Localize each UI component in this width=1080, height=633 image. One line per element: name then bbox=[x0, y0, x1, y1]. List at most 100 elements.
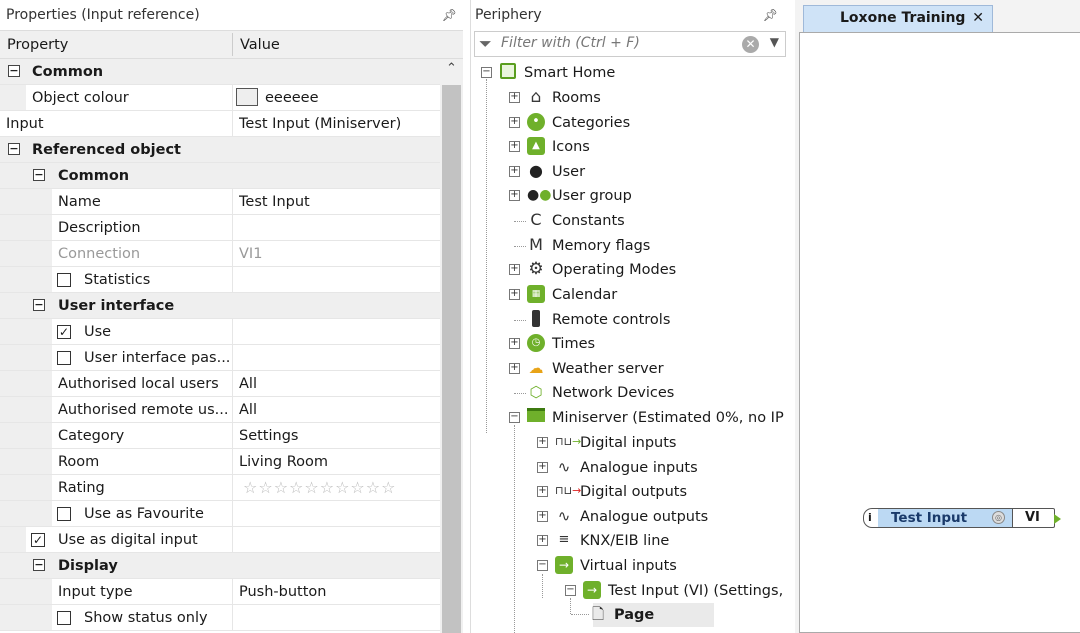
tree-node-memory-flags[interactable]: M Memory flags bbox=[509, 234, 650, 258]
expand-icon[interactable]: + bbox=[509, 338, 520, 349]
collapse-icon[interactable]: − bbox=[33, 299, 45, 311]
property-value[interactable]: All bbox=[239, 397, 439, 423]
tree-node-user[interactable]: + ● User bbox=[509, 160, 585, 184]
collapse-icon[interactable]: − bbox=[565, 585, 576, 596]
property-value[interactable]: Test Input (Miniserver) bbox=[239, 111, 439, 137]
row-authorised-local-users[interactable]: Authorised local users All bbox=[0, 371, 463, 397]
collapse-icon[interactable]: − bbox=[537, 560, 548, 571]
pin-icon[interactable]: 📌︎ bbox=[442, 0, 457, 30]
expand-icon[interactable]: + bbox=[509, 289, 520, 300]
tree-node-constants[interactable]: C Constants bbox=[509, 209, 625, 233]
pin-icon[interactable]: 📌︎ bbox=[763, 0, 778, 30]
target-icon[interactable]: ◎ bbox=[992, 511, 1005, 524]
tree-node-weather-server[interactable]: + ☁ Weather server bbox=[509, 357, 664, 381]
property-value[interactable]: All bbox=[239, 371, 439, 397]
filter-input[interactable]: ⏷ Filter with (Ctrl + F) ✕ ▼ bbox=[474, 31, 786, 57]
show-status-checkbox[interactable] bbox=[57, 611, 71, 625]
colour-swatch[interactable] bbox=[236, 87, 258, 106]
tree-node-digital-inputs[interactable]: + ⊓⊔→Digital inputs bbox=[537, 431, 677, 455]
tree-node-analogue-outputs[interactable]: + ∿ Analogue outputs bbox=[537, 505, 708, 529]
category-referenced-object[interactable]: − Referenced object bbox=[0, 137, 463, 163]
tree-node-network-devices[interactable]: ⬡ Network Devices bbox=[509, 381, 674, 405]
tree-node-user-group[interactable]: + ●●User group bbox=[509, 184, 632, 208]
expand-icon[interactable]: + bbox=[537, 486, 548, 497]
tree-node-remote-controls[interactable]: Remote controls bbox=[509, 308, 670, 332]
expand-icon[interactable]: + bbox=[537, 462, 548, 473]
tree-node-page[interactable]: 🗋︎ Page bbox=[571, 603, 715, 627]
tree-node-categories[interactable]: + • Categories bbox=[509, 111, 630, 135]
tree-node-operating-modes[interactable]: + ⚙ Operating Modes bbox=[509, 258, 676, 282]
column-property[interactable]: Property bbox=[7, 31, 68, 60]
category-common-sub[interactable]: − Common bbox=[0, 163, 463, 189]
row-use-as-favourite[interactable]: Use as Favourite bbox=[0, 501, 463, 527]
tree-node-digital-outputs[interactable]: + ⊓⊔→Digital outputs bbox=[537, 480, 687, 504]
property-value[interactable]: Living Room bbox=[239, 449, 439, 475]
expand-icon[interactable]: + bbox=[509, 264, 520, 275]
colour-value[interactable]: eeeeee bbox=[236, 85, 436, 111]
collapse-icon[interactable]: − bbox=[33, 559, 45, 571]
ui-password-checkbox[interactable] bbox=[57, 351, 71, 365]
test-input-block[interactable]: i Test Input ◎ VI bbox=[863, 508, 1061, 528]
property-value[interactable]: Push-button bbox=[239, 579, 439, 605]
category-display[interactable]: − Display bbox=[0, 553, 463, 579]
digital-input-checkbox[interactable]: ✓ bbox=[31, 533, 45, 547]
row-category[interactable]: Category Settings bbox=[0, 423, 463, 449]
tree-node-analogue-inputs[interactable]: + ∿ Analogue inputs bbox=[537, 456, 698, 480]
expand-icon[interactable]: + bbox=[509, 363, 520, 374]
column-value[interactable]: Value bbox=[240, 31, 280, 60]
expand-icon[interactable]: + bbox=[509, 92, 520, 103]
expand-icon[interactable]: + bbox=[509, 117, 520, 128]
row-authorised-remote-users[interactable]: Authorised remote us... All bbox=[0, 397, 463, 423]
collapse-icon[interactable]: − bbox=[509, 412, 520, 423]
property-value[interactable]: Test Input bbox=[239, 189, 439, 215]
expand-icon[interactable]: + bbox=[509, 166, 520, 177]
tree-node-rooms[interactable]: + ⌂ Rooms bbox=[509, 86, 601, 110]
row-user-interface-password[interactable]: User interface pas... bbox=[0, 345, 463, 371]
row-input-type[interactable]: Input type Push-button bbox=[0, 579, 463, 605]
tree-node-icons[interactable]: + ▲ Icons bbox=[509, 135, 590, 159]
statistics-checkbox[interactable] bbox=[57, 273, 71, 287]
use-checkbox[interactable]: ✓ bbox=[57, 325, 71, 339]
row-use[interactable]: ✓ Use bbox=[0, 319, 463, 345]
tree-node-smart-home[interactable]: − Smart Home bbox=[481, 61, 615, 85]
expand-icon[interactable]: + bbox=[537, 511, 548, 522]
tab-loxone-training[interactable]: Loxone Training ✕ bbox=[803, 5, 993, 32]
tree-node-virtual-inputs[interactable]: − → Virtual inputs bbox=[537, 554, 677, 578]
rating-stars[interactable]: ☆☆☆☆☆☆☆☆☆☆ bbox=[243, 475, 443, 501]
collapse-icon[interactable]: − bbox=[33, 169, 45, 181]
row-name[interactable]: Name Test Input bbox=[0, 189, 463, 215]
collapse-icon[interactable]: − bbox=[8, 143, 20, 155]
expand-icon[interactable]: + bbox=[537, 535, 548, 546]
row-statistics[interactable]: Statistics bbox=[0, 267, 463, 293]
collapse-icon[interactable]: − bbox=[8, 65, 20, 77]
category-common[interactable]: − Common bbox=[0, 59, 463, 85]
property-value[interactable]: Settings bbox=[239, 423, 439, 449]
info-icon[interactable]: i bbox=[868, 511, 872, 524]
tree-node-test-input[interactable]: − → Test Input (VI) (Settings, bbox=[565, 579, 783, 603]
category-user-interface[interactable]: − User interface bbox=[0, 293, 463, 319]
tree-node-knx-eib-line[interactable]: + ≡ KNX/EIB line bbox=[537, 529, 669, 553]
close-icon[interactable]: ✕ bbox=[972, 6, 984, 31]
expand-icon[interactable]: + bbox=[509, 190, 520, 201]
expand-icon[interactable]: + bbox=[537, 437, 548, 448]
row-room[interactable]: Room Living Room bbox=[0, 449, 463, 475]
row-input[interactable]: Input Test Input (Miniserver) bbox=[0, 111, 463, 137]
tree-node-miniserver[interactable]: − Miniserver (Estimated 0%, no IP bbox=[509, 406, 784, 430]
expand-icon[interactable]: + bbox=[509, 141, 520, 152]
properties-scrollbar[interactable]: ⌃ bbox=[440, 59, 463, 633]
programming-canvas[interactable]: i Test Input ◎ VI bbox=[799, 32, 1080, 633]
output-port[interactable] bbox=[1054, 514, 1061, 524]
tree-node-calendar[interactable]: + ▦ Calendar bbox=[509, 283, 617, 307]
row-rating[interactable]: Rating ☆☆☆☆☆☆☆☆☆☆ bbox=[0, 475, 463, 501]
clear-filter-icon[interactable]: ✕ bbox=[742, 36, 759, 53]
row-description[interactable]: Description bbox=[0, 215, 463, 241]
row-use-as-digital-input[interactable]: ✓ Use as digital input bbox=[0, 527, 463, 553]
collapse-icon[interactable]: − bbox=[481, 67, 492, 78]
row-object-colour[interactable]: Object colour eeeeee bbox=[0, 85, 463, 111]
chevron-down-icon[interactable]: ▼ bbox=[770, 35, 779, 49]
row-show-status-only[interactable]: Show status only bbox=[0, 605, 463, 631]
favourite-checkbox[interactable] bbox=[57, 507, 71, 521]
scroll-up-icon[interactable]: ⌃ bbox=[440, 61, 463, 76]
scrollbar-thumb[interactable] bbox=[442, 85, 461, 633]
tree-node-times[interactable]: + ◷ Times bbox=[509, 332, 595, 356]
